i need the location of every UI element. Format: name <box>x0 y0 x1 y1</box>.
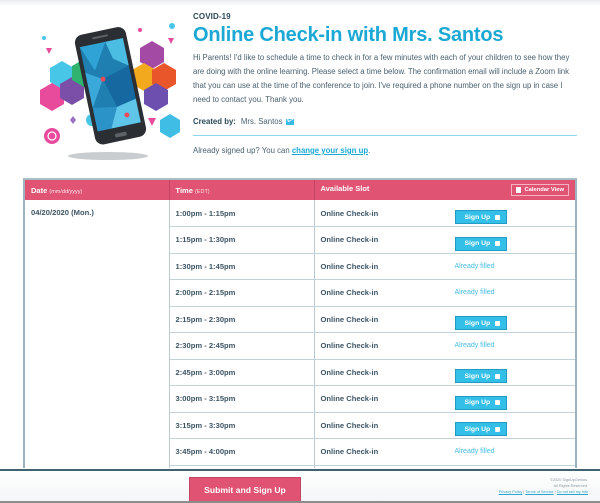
slot-cell: Online Check-in Sign Up <box>314 359 575 386</box>
signup-button-label: Sign Up <box>464 372 491 380</box>
calendar-view-button[interactable]: Calendar View <box>511 184 569 196</box>
time-cell: 1:00pm - 1:15pm <box>169 200 315 227</box>
table-row-partial <box>25 465 575 468</box>
signup-button[interactable]: Sign Up <box>454 236 507 251</box>
already-filled-status: Already filled <box>454 448 495 456</box>
already-filled-status: Already filled <box>454 342 495 350</box>
calendar-icon <box>516 187 522 193</box>
time-cell: 3:15pm - 3:30pm <box>169 412 315 439</box>
signup-button-label: Sign Up <box>464 240 491 248</box>
slot-name: Online Check-in <box>320 367 379 377</box>
created-by-label: Created by: <box>193 117 236 126</box>
slot-cell: Online Check-in Already filled <box>314 332 575 360</box>
creator-name: Mrs. Santos <box>240 117 283 126</box>
submit-and-signup-button[interactable]: Submit and Sign Up <box>189 477 301 502</box>
signup-button[interactable]: Sign Up <box>454 395 507 410</box>
slot-cell: Online Check-in Already filled <box>314 279 575 307</box>
smartphone-illustration <box>40 23 180 160</box>
signup-button[interactable]: Sign Up <box>454 369 507 384</box>
already-filled-status: Already filled <box>454 262 495 270</box>
time-cell: 2:30pm - 2:45pm <box>169 332 315 360</box>
checkbox-icon[interactable] <box>495 426 501 432</box>
checkbox-icon[interactable] <box>495 400 501 406</box>
already-signed-up-text: Already signed up? You can change your s… <box>193 146 578 155</box>
hero-image <box>20 8 180 168</box>
signup-button[interactable]: Sign Up <box>454 422 507 437</box>
terms-of-service-link[interactable]: Terms of Service <box>525 490 553 494</box>
signup-info: COVID-19 Online Check-in with Mrs. Santo… <box>193 12 578 155</box>
checkbox-icon[interactable] <box>495 320 501 326</box>
column-header-date: Date (mm/dd/yyyy) <box>25 180 170 200</box>
do-not-sell-link[interactable]: Do not sell my info <box>557 490 588 494</box>
slot-name: Online Check-in <box>320 447 379 457</box>
time-cell: 3:00pm - 3:15pm <box>169 385 315 413</box>
page-title: Online Check-in with Mrs. Santos <box>193 24 504 46</box>
divider <box>193 135 577 136</box>
slots-table-container: Date (mm/dd/yyyy) Time (EDT) Available S… <box>23 178 577 468</box>
time-cell: 1:15pm - 1:30pm <box>169 226 315 254</box>
top-shade <box>0 0 600 6</box>
column-header-time: Time (EDT) <box>169 180 315 200</box>
already-prefix: Already signed up? You can <box>193 146 292 155</box>
slot-name: Online Check-in <box>320 394 379 404</box>
slot-name: Online Check-in <box>320 288 379 298</box>
slot-name: Online Check-in <box>320 208 379 218</box>
signup-description: Hi Parents! I'd like to schedule a time … <box>193 53 570 104</box>
time-cell: 2:15pm - 2:30pm <box>169 306 315 333</box>
checkbox-icon[interactable] <box>495 214 501 220</box>
slot-name: Online Check-in <box>320 261 379 271</box>
slot-name: Online Check-in <box>320 420 379 430</box>
slot-name: Online Check-in <box>320 235 379 245</box>
category-label: COVID-19 <box>193 12 231 21</box>
footer-bar: Submit and Sign Up ©2020 SignUpGenius. A… <box>0 469 600 503</box>
time-cell: 1:30pm - 1:45pm <box>169 253 315 280</box>
time-cell: 2:00pm - 2:15pm <box>169 279 315 307</box>
slot-cell: Online Check-in Sign Up <box>314 226 575 254</box>
change-signup-link[interactable]: change your sign up <box>292 146 368 155</box>
privacy-policy-link[interactable]: Privacy Policy <box>499 490 523 494</box>
legal-footer: ©2020 SignUpGenius. All Rights Reserved.… <box>499 477 588 495</box>
partial-cell <box>25 465 170 468</box>
slot-name: Online Check-in <box>320 314 379 324</box>
partial-cell <box>169 465 315 468</box>
slot-cell: Online Check-in Sign Up <box>314 306 575 333</box>
slot-cell: Online Check-in Already filled <box>314 438 575 466</box>
calendar-view-label: Calendar View <box>524 187 564 193</box>
table-row: 04/20/2020 (Mon.) 1:00pm - 1:15pm Online C… <box>25 200 575 465</box>
slot-cell: Online Check-in Sign Up <box>314 385 575 413</box>
date-cell: 04/20/2020 (Mon.) <box>25 200 170 465</box>
signup-button-label: Sign Up <box>464 319 491 327</box>
partial-cell <box>314 465 575 468</box>
checkbox-icon[interactable] <box>495 241 501 247</box>
time-cell: 2:45pm - 3:00pm <box>169 359 315 386</box>
column-header-slot: Available Slot Calendar View <box>314 180 575 200</box>
already-suffix: . <box>368 146 371 155</box>
signup-button-label: Sign Up <box>464 399 491 407</box>
checkbox-icon[interactable] <box>495 373 501 379</box>
slots-table: Date (mm/dd/yyyy) Time (EDT) Available S… <box>25 180 575 468</box>
table-header-row: Date (mm/dd/yyyy) Time (EDT) Available S… <box>25 180 575 200</box>
already-filled-status: Already filled <box>454 289 495 297</box>
slot-name: Online Check-in <box>320 341 379 351</box>
signup-button-label: Sign Up <box>464 425 491 433</box>
slot-cell: Online Check-in Sign Up <box>314 200 575 227</box>
signup-button[interactable]: Sign Up <box>454 210 507 224</box>
time-cell: 3:45pm - 4:00pm <box>169 438 315 466</box>
created-by: Created by: Mrs. Santos <box>193 117 578 126</box>
signup-button[interactable]: Sign Up <box>454 316 507 331</box>
slot-cell: Online Check-in Sign Up <box>314 412 575 439</box>
email-icon[interactable] <box>285 118 294 125</box>
slot-cell: Online Check-in Already filled <box>314 253 575 280</box>
signup-button-label: Sign Up <box>464 213 491 221</box>
